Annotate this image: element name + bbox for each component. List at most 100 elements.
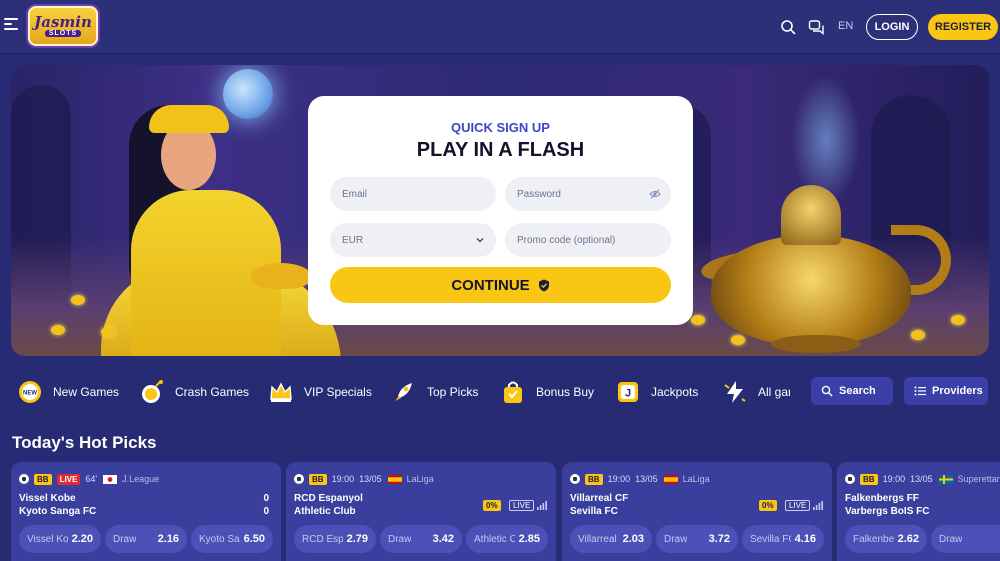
search-label: Search [839, 385, 876, 397]
match-meta: BB 19:00 13/05 LaLiga [570, 472, 710, 486]
odds-value: 2.79 [346, 533, 368, 545]
game-search-button[interactable]: Search [811, 377, 893, 405]
stats-icon[interactable] [813, 501, 823, 510]
site-logo[interactable]: Jasmin SLOTS [28, 6, 98, 46]
category-crash-games[interactable]: Crash Games [139, 376, 249, 408]
odds-label: Kyoto Sanga FC [199, 533, 240, 545]
logo-subtext: SLOTS [44, 30, 82, 37]
category-bonus-buy[interactable]: Bonus Buy [500, 376, 594, 408]
coin [911, 330, 925, 340]
match-meta: BB 19:00 13/05 LaLiga [294, 472, 434, 486]
match-time: 19:00 [331, 474, 355, 484]
odds-label: Draw [939, 533, 963, 545]
list-icon [914, 386, 926, 396]
category-label: VIP Specials [304, 385, 372, 399]
providers-button[interactable]: Providers [904, 377, 988, 405]
odds-button-home[interactable]: Falkenbergs FF2.62 [845, 525, 927, 553]
odds-button-draw[interactable]: Draw 3.72 [656, 525, 738, 553]
odds-button-away[interactable]: Athletic Club2.85 [466, 525, 548, 553]
language-selector[interactable]: EN [838, 20, 853, 32]
password-field[interactable]: Password [505, 177, 671, 211]
bet-builder-badge: BB [34, 473, 52, 485]
odds-button-home[interactable]: Villarreal CF2.03 [570, 525, 652, 553]
odds-value: 3.72 [708, 533, 730, 545]
category-all-games[interactable]: All games [722, 376, 790, 408]
odds-button-draw[interactable]: Draw 3.42 [380, 525, 462, 553]
coin [51, 325, 65, 335]
league-name: Superettan [957, 474, 1000, 484]
away-team: Sevilla FC [570, 506, 618, 517]
category-new-games[interactable]: NEW New Games [17, 376, 119, 408]
spain-flag-icon [663, 474, 678, 484]
match-card[interactable]: BB 19:00 13/05 LaLiga RCD Espanyol Athle… [286, 462, 556, 561]
odds-button-home[interactable]: RCD Espanyol2.79 [294, 525, 376, 553]
promo-placeholder: Promo code (optional) [517, 234, 616, 246]
top-header: Jasmin SLOTS EN LOGIN REGISTER [0, 0, 1000, 54]
signup-title: PLAY IN A FLASH [416, 139, 585, 161]
quick-signup-card: QUICK SIGN UP PLAY IN A FLASH Email Pass… [308, 96, 693, 325]
match-date: 13/05 [635, 474, 658, 484]
odds-button-draw[interactable]: Draw 2.16 [105, 525, 187, 553]
live-badge: LIVE [56, 473, 81, 485]
coin [691, 315, 705, 325]
soccer-ball-icon [845, 474, 855, 484]
league-name: J.League [122, 474, 160, 484]
login-button[interactable]: LOGIN [866, 14, 918, 40]
odds-value: 3.42 [432, 533, 454, 545]
match-card[interactable]: BB 19:00 13/05 LaLiga Villarreal CF Sevi… [562, 462, 832, 561]
odds-label: Draw [664, 533, 688, 545]
category-vip-specials[interactable]: VIP Specials [268, 376, 372, 408]
chat-icon[interactable] [808, 19, 824, 35]
match-card[interactable]: BB LIVE 64' J.League Vissel Kobe Kyoto S… [11, 462, 281, 561]
magic-lamp-illustration [711, 235, 911, 345]
search-icon[interactable] [780, 19, 796, 35]
live-stream-badge: LIVE [785, 500, 811, 511]
currency-select[interactable]: EUR [330, 223, 496, 257]
shield-check-icon [538, 279, 549, 291]
email-field[interactable]: Email [330, 177, 496, 211]
odds-value: 2.16 [157, 533, 179, 545]
register-button[interactable]: REGISTER [928, 14, 998, 40]
logo-text: Jasmin [34, 13, 92, 31]
search-icon [821, 385, 833, 397]
bet-builder-badge: BB [585, 473, 603, 485]
game-category-bar: NEW New Games Crash Games VIP Specials T… [0, 376, 790, 408]
odds-button-draw[interactable]: Draw [931, 525, 1000, 553]
live-stream-badge: LIVE [509, 500, 535, 511]
odds-value: 4.16 [794, 533, 816, 545]
odds-button-home[interactable]: Vissel Kobe2.20 [19, 525, 101, 553]
match-card[interactable]: BB 19:00 13/05 Superettan Falkenbergs FF… [837, 462, 1000, 561]
lamp-base [771, 335, 861, 353]
home-score: 0 [263, 493, 269, 504]
menu-icon[interactable] [4, 18, 18, 32]
category-label: Top Picks [427, 385, 479, 399]
coin [731, 335, 745, 345]
japan-flag-icon [103, 474, 118, 484]
lamp-lid [781, 185, 841, 245]
odds-value: 2.03 [622, 533, 644, 545]
category-label: Crash Games [175, 385, 250, 399]
promo-code-field[interactable]: Promo code (optional) [505, 223, 671, 257]
chevron-down-icon [476, 238, 484, 243]
crown-icon [270, 382, 292, 402]
odds-button-away[interactable]: Sevilla FC4.16 [742, 525, 824, 553]
bag-icon [504, 381, 522, 403]
league-name: LaLiga [682, 474, 710, 484]
category-label: All games [758, 385, 790, 399]
match-time: 19:00 [607, 474, 631, 484]
signup-kicker: QUICK SIGN UP [451, 120, 550, 135]
category-top-picks[interactable]: Top Picks [391, 376, 478, 408]
category-jackpots[interactable]: J Jackpots [615, 376, 698, 408]
odds-button-away[interactable]: Kyoto Sanga FC6.50 [191, 525, 273, 553]
eye-off-icon[interactable] [649, 188, 661, 200]
moon-illustration [223, 69, 273, 119]
svg-text:J: J [625, 388, 631, 400]
hot-picks-heading: Today's Hot Picks [12, 433, 157, 452]
match-date: 13/05 [910, 474, 933, 484]
odds-label: Athletic Club [474, 533, 515, 545]
stats-icon[interactable] [537, 501, 547, 510]
continue-button[interactable]: CONTINUE [330, 267, 671, 303]
away-team: Varbergs BoIS FC [845, 506, 930, 517]
small-lamp-illustration [251, 263, 311, 289]
princess-headband [149, 105, 229, 133]
